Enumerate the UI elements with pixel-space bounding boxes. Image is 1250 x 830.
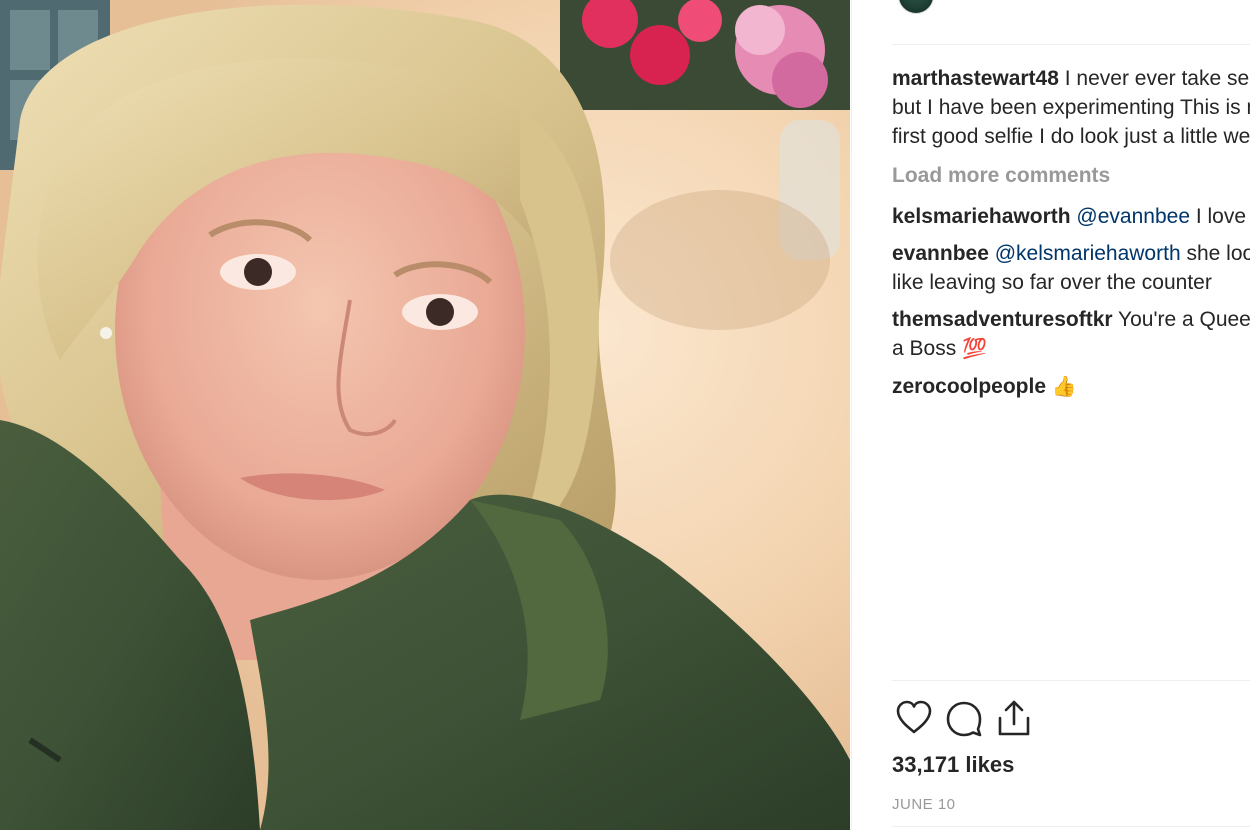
- load-more-comments-button[interactable]: Load more comments: [892, 161, 1250, 190]
- bottom-divider: [892, 826, 1250, 827]
- caption: marthastewart48 I never ever take selfie…: [892, 64, 1250, 151]
- avatar[interactable]: [898, 0, 934, 14]
- list-item: kelsmariehaworth @evannbee I love this: [892, 202, 1250, 231]
- list-item: themsadventuresoftkr You're a Queen and …: [892, 305, 1250, 364]
- comment-mention[interactable]: @evannbee: [1076, 205, 1190, 228]
- comment-username[interactable]: themsadventuresoftkr: [892, 308, 1113, 331]
- selfie-image: [0, 0, 850, 830]
- like-button[interactable]: [890, 694, 938, 742]
- post-photo[interactable]: [0, 0, 850, 830]
- header-divider: [892, 44, 1250, 45]
- actions-divider: [892, 680, 1250, 681]
- share-upload-icon: [998, 700, 1030, 736]
- comments-list: marthastewart48 I never ever take selfie…: [892, 64, 1250, 410]
- share-button[interactable]: [990, 694, 1038, 742]
- list-item: evannbee @kelsmariehaworth she looks lik…: [892, 239, 1250, 297]
- comment-mention[interactable]: @kelsmariehaworth: [995, 242, 1181, 265]
- thumbs-up-icon: 👍: [1051, 376, 1077, 398]
- post-date[interactable]: JUNE 10: [892, 796, 956, 813]
- comment-text: I love this: [1195, 205, 1250, 228]
- likes-count[interactable]: 33,171 likes: [892, 752, 1014, 778]
- hundred-points-icon: 💯: [962, 338, 987, 360]
- instagram-post-view: marthastewart48 I never ever take selfie…: [0, 0, 1250, 830]
- action-bar: [890, 694, 1040, 742]
- caption-username[interactable]: marthastewart48: [892, 67, 1059, 90]
- comment-bubble-icon: [946, 701, 982, 737]
- list-item: zerocoolpeople 👍: [892, 372, 1250, 402]
- comment-username[interactable]: kelsmariehaworth: [892, 205, 1071, 228]
- comment-username[interactable]: zerocoolpeople: [892, 375, 1046, 398]
- post-side-panel: marthastewart48 I never ever take selfie…: [851, 0, 1250, 830]
- comment-username[interactable]: evannbee: [892, 242, 989, 265]
- comment-button[interactable]: [940, 694, 988, 742]
- heart-icon: [896, 700, 932, 734]
